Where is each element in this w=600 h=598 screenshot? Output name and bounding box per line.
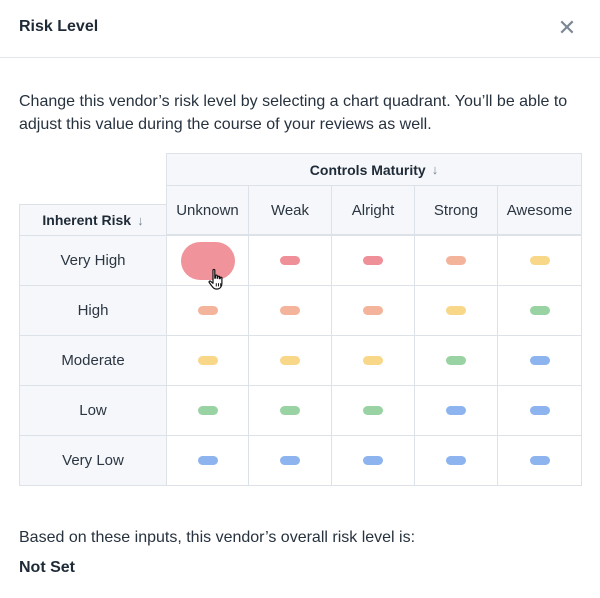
risk-level-indicator <box>280 256 300 265</box>
risk-cell[interactable] <box>166 285 249 336</box>
risk-level-indicator <box>529 306 550 315</box>
risk-cell[interactable] <box>166 385 249 436</box>
risk-level-indicator <box>197 306 218 315</box>
sort-arrow-icon: ↓ <box>431 162 439 177</box>
column-header-weak: Weak <box>248 185 332 235</box>
risk-level-indicator <box>529 356 550 365</box>
risk-level-indicator <box>280 406 300 415</box>
risk-cell[interactable] <box>166 335 249 386</box>
risk-level-indicator <box>180 241 235 280</box>
dialog-title: Risk Level <box>19 18 99 35</box>
risk-cell[interactable] <box>166 235 249 286</box>
risk-cell[interactable] <box>414 335 498 386</box>
risk-cell[interactable] <box>497 435 582 486</box>
dialog-description: Change this vendor’s risk level by selec… <box>19 93 568 133</box>
sort-arrow-icon: ↓ <box>137 212 144 228</box>
row-header-very-low: Very Low <box>19 435 167 486</box>
risk-cell[interactable] <box>248 335 332 386</box>
risk-cell[interactable] <box>331 285 415 336</box>
risk-cell[interactable] <box>248 385 332 436</box>
risk-level-indicator <box>529 256 550 265</box>
risk-cell[interactable] <box>331 335 415 386</box>
risk-level-indicator <box>363 356 383 365</box>
risk-level-indicator <box>197 456 218 465</box>
overall-risk-value: Not Set <box>19 559 75 576</box>
overall-risk-label: Based on these inputs, this vendor’s ove… <box>19 529 416 546</box>
dialog-header: Risk Level ✕ <box>0 0 600 58</box>
close-icon[interactable]: ✕ <box>555 16 579 40</box>
risk-cell[interactable] <box>248 235 332 286</box>
risk-level-indicator <box>529 406 550 415</box>
risk-cell[interactable] <box>248 285 332 336</box>
controls-maturity-label: Controls Maturity <box>309 161 426 178</box>
risk-cell[interactable] <box>331 435 415 486</box>
risk-level-indicator <box>363 306 383 315</box>
risk-level-indicator <box>197 356 218 365</box>
risk-cell[interactable] <box>414 385 498 436</box>
risk-level-indicator <box>197 406 218 415</box>
risk-level-indicator <box>280 356 300 365</box>
inherent-risk-label: Inherent Risk <box>42 212 132 228</box>
inherent-risk-header[interactable]: Inherent Risk ↓ <box>19 204 167 236</box>
risk-cell[interactable] <box>497 285 582 336</box>
column-header-awesome: Awesome <box>497 185 582 235</box>
risk-level-dialog: Risk Level ✕ Change this vendor’s risk l… <box>0 0 600 598</box>
risk-cell[interactable] <box>497 385 582 436</box>
risk-cell[interactable] <box>331 235 415 286</box>
row-header-very-high: Very High <box>19 235 167 286</box>
row-header-moderate: Moderate <box>19 335 167 386</box>
risk-cell[interactable] <box>331 385 415 436</box>
risk-level-indicator <box>363 456 383 465</box>
controls-maturity-header[interactable]: Controls Maturity ↓ <box>166 153 582 186</box>
risk-level-indicator <box>446 356 466 365</box>
risk-cell[interactable] <box>248 435 332 486</box>
risk-cell[interactable] <box>497 335 582 386</box>
risk-level-indicator <box>363 406 383 415</box>
row-header-low: Low <box>19 385 167 436</box>
risk-level-indicator <box>446 456 466 465</box>
row-header-high: High <box>19 285 167 336</box>
risk-level-indicator <box>363 256 383 265</box>
column-header-alright: Alright <box>331 185 415 235</box>
risk-level-indicator <box>446 406 466 415</box>
column-header-unknown: Unknown <box>166 185 249 235</box>
risk-cell[interactable] <box>414 435 498 486</box>
risk-level-indicator <box>529 456 550 465</box>
risk-cell[interactable] <box>166 435 249 486</box>
risk-level-indicator <box>280 306 300 315</box>
risk-level-indicator <box>280 456 300 465</box>
risk-cell[interactable] <box>497 235 582 286</box>
risk-level-indicator <box>446 306 466 315</box>
column-header-strong: Strong <box>414 185 498 235</box>
risk-cell[interactable] <box>414 285 498 336</box>
risk-cell[interactable] <box>414 235 498 286</box>
risk-level-indicator <box>446 256 466 265</box>
